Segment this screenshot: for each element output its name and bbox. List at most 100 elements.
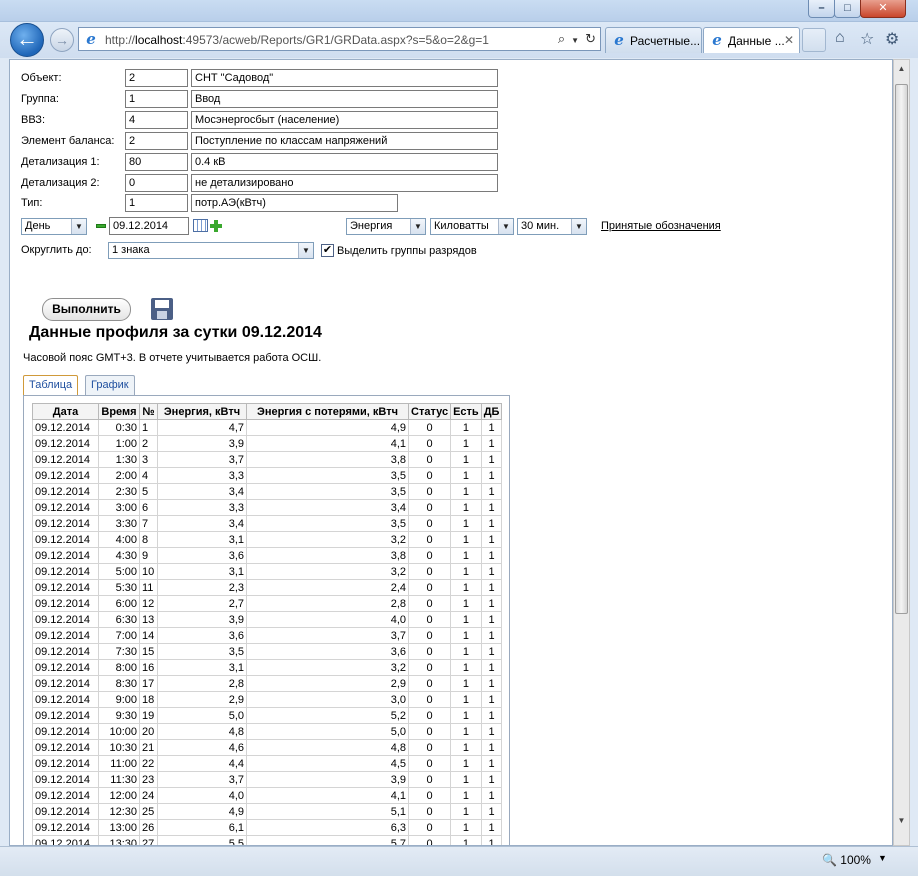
status-cell: 0 <box>407 819 452 836</box>
detail-2-name-field[interactable]: не детализировано <box>191 174 498 192</box>
vvz-name-field[interactable]: Мосэнергосбыт (население) <box>191 111 498 129</box>
dropdown-icon[interactable]: ▼ <box>571 36 579 45</box>
new-tab-button[interactable] <box>802 28 826 52</box>
date-cell: 09.12.2014 <box>32 435 99 452</box>
number-cell: 11 <box>139 579 158 596</box>
status-cell: 0 <box>407 547 452 564</box>
status-cell: 0 <box>407 563 452 580</box>
date-cell: 09.12.2014 <box>32 659 99 676</box>
forward-icon[interactable]: → <box>50 28 74 52</box>
round-select[interactable]: 1 знака ▼ <box>108 242 314 259</box>
energy-losses-cell: 4,5 <box>246 755 409 772</box>
settings-gear-icon[interactable]: ⚙ <box>885 29 899 49</box>
balance-element-name-field[interactable]: Поступление по классам напряжений <box>191 132 498 150</box>
time-cell: 5:30 <box>98 579 140 596</box>
date-input[interactable]: 09.12.2014 <box>109 217 189 235</box>
detail-2-code-field[interactable]: 0 <box>125 174 188 192</box>
browser-tab-2[interactable]: e Данные ... ✕ <box>703 27 800 53</box>
tab-table[interactable]: Таблица <box>23 375 79 396</box>
zoom-level[interactable]: 🔍 100% <box>822 853 871 867</box>
time-cell: 2:00 <box>98 467 140 484</box>
db-cell: 1 <box>480 819 503 836</box>
scroll-up-icon[interactable]: ▲ <box>894 60 909 77</box>
table-row: 09.12.2014 12:30 25 4,9 5,1 0 1 1 <box>32 803 503 820</box>
group-digits-checkbox[interactable]: ✔ <box>321 244 334 257</box>
number-cell: 15 <box>139 643 158 660</box>
close-window-icon[interactable]: ✕ <box>860 0 906 18</box>
address-bar[interactable]: e http://localhost:49573/acweb/Reports/G… <box>78 27 601 51</box>
number-cell: 4 <box>139 467 158 484</box>
minimize-icon[interactable]: – <box>808 0 835 18</box>
db-cell: 1 <box>480 595 503 612</box>
back-icon[interactable]: ← <box>10 23 44 57</box>
type-code-field[interactable]: 1 <box>125 194 188 212</box>
detail-1-name-field[interactable]: 0.4 кВ <box>191 153 498 171</box>
browser-tab-1[interactable]: e Расчетные... <box>605 27 702 53</box>
energy-cell: 3,5 <box>157 643 247 660</box>
refresh-icon[interactable]: ↻ <box>585 31 596 46</box>
type-name-field[interactable]: потр.АЭ(кВтч) <box>191 194 398 212</box>
favorites-star-icon[interactable]: ☆ <box>860 29 874 49</box>
energy-losses-cell: 3,8 <box>246 547 409 564</box>
label-group: Группа: <box>21 93 59 105</box>
number-cell: 26 <box>139 819 158 836</box>
run-button[interactable]: Выполнить <box>42 298 131 321</box>
time-cell: 0:30 <box>98 419 140 436</box>
status-cell: 0 <box>407 499 452 516</box>
exists-cell: 1 <box>450 675 482 692</box>
db-cell: 1 <box>480 547 503 564</box>
date-cell: 09.12.2014 <box>32 691 99 708</box>
number-cell: 17 <box>139 675 158 692</box>
search-icon[interactable]: ⌕ <box>558 31 565 46</box>
exists-cell: 1 <box>450 771 482 788</box>
status-cell: 0 <box>407 515 452 532</box>
energy-losses-cell: 3,2 <box>246 563 409 580</box>
next-date-plus-icon[interactable] <box>210 220 222 232</box>
status-cell: 0 <box>407 643 452 660</box>
object-name-field[interactable]: СНТ "Садовод" <box>191 69 498 87</box>
save-disk-icon[interactable] <box>151 298 173 320</box>
scroll-thumb[interactable] <box>895 84 908 614</box>
units-select-value: Киловатты <box>434 220 489 232</box>
table-row: 09.12.2014 4:30 9 3,6 3,8 0 1 1 <box>32 547 503 564</box>
balance-element-code-field[interactable]: 2 <box>125 132 188 150</box>
label-vvz: ВВЗ: <box>21 114 46 126</box>
tab-chart[interactable]: График <box>85 375 135 395</box>
exists-cell: 1 <box>450 563 482 580</box>
number-cell: 22 <box>139 755 158 772</box>
interval-select[interactable]: 30 мин. ▼ <box>517 218 587 235</box>
db-cell: 1 <box>480 419 503 436</box>
ie-tab-icon: e <box>712 31 722 49</box>
calendar-icon[interactable] <box>193 219 208 232</box>
measure-select[interactable]: Энергия ▼ <box>346 218 426 235</box>
time-cell: 8:00 <box>98 659 140 676</box>
time-cell: 6:00 <box>98 595 140 612</box>
exists-cell: 1 <box>450 835 482 845</box>
date-cell: 09.12.2014 <box>32 563 99 580</box>
db-cell: 1 <box>480 755 503 772</box>
vertical-scrollbar[interactable]: ▲ ▼ <box>893 59 910 846</box>
energy-losses-cell: 3,5 <box>246 515 409 532</box>
period-select[interactable]: День ▼ <box>21 218 87 235</box>
detail-1-code-field[interactable]: 80 <box>125 153 188 171</box>
maximize-icon[interactable]: □ <box>834 0 861 18</box>
vvz-code-field[interactable]: 4 <box>125 111 188 129</box>
legend-link[interactable]: Принятые обозначения <box>601 220 721 232</box>
table-row: 09.12.2014 11:30 23 3,7 3,9 0 1 1 <box>32 771 503 788</box>
home-icon[interactable]: ⌂ <box>835 29 845 47</box>
energy-cell: 3,6 <box>157 627 247 644</box>
zoom-dropdown-icon[interactable]: ▼ <box>878 853 887 863</box>
status-cell: 0 <box>407 531 452 548</box>
energy-losses-cell: 4,1 <box>246 435 409 452</box>
energy-losses-cell: 6,3 <box>246 819 409 836</box>
units-select[interactable]: Киловатты ▼ <box>430 218 514 235</box>
scroll-down-icon[interactable]: ▼ <box>894 812 909 829</box>
close-tab-icon[interactable]: ✕ <box>784 33 794 47</box>
date-cell: 09.12.2014 <box>32 515 99 532</box>
group-name-field[interactable]: Ввод <box>191 90 498 108</box>
object-code-field[interactable]: 2 <box>125 69 188 87</box>
time-cell: 1:00 <box>98 435 140 452</box>
db-cell: 1 <box>480 611 503 628</box>
group-code-field[interactable]: 1 <box>125 90 188 108</box>
prev-date-minus-icon[interactable] <box>96 224 106 228</box>
